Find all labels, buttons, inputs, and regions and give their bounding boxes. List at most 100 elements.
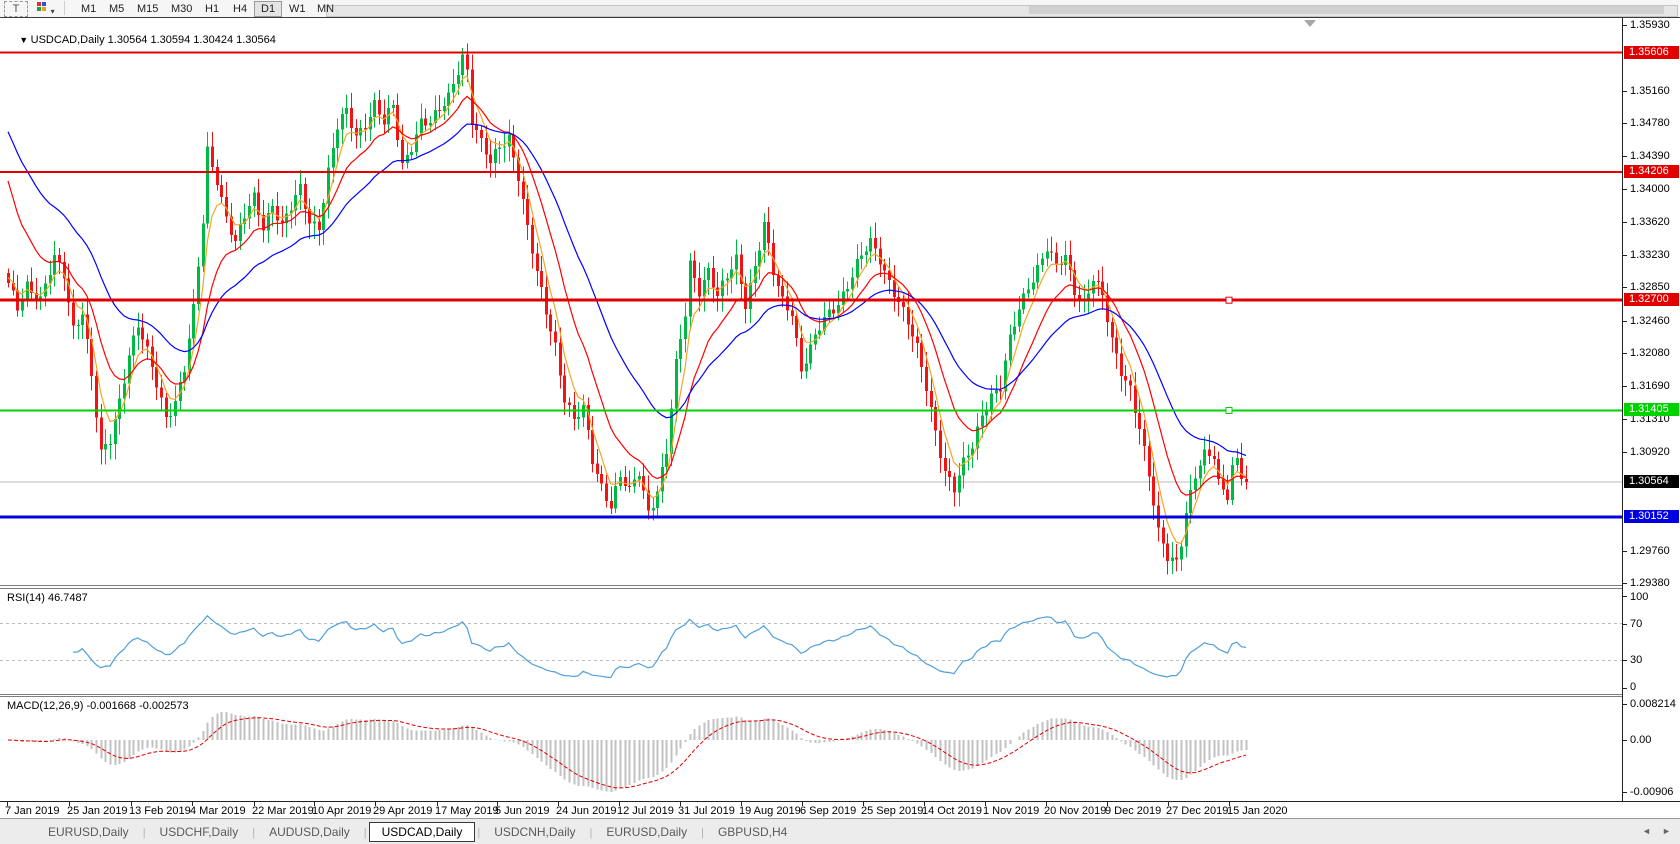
- panel-splitter[interactable]: [0, 588, 1680, 589]
- date-label: 20 Nov 2019: [1044, 805, 1107, 817]
- rsi-tick: [1623, 660, 1627, 661]
- date-label: 12 Jul 2019: [617, 805, 674, 817]
- chart-header: ▼ USDCAD,Daily 1.30564 1.30594 1.30424 1…: [19, 34, 276, 46]
- timeframe-button-h4[interactable]: H4: [226, 1, 254, 17]
- timeframe-button-h1[interactable]: H1: [198, 1, 226, 17]
- chart-tab-gbpusd-h4[interactable]: GBPUSD,H4: [706, 823, 799, 841]
- macd-tick-label: 0.008214: [1630, 698, 1676, 710]
- rsi-tick-label: 100: [1630, 591, 1649, 603]
- palette-icon: [37, 2, 48, 12]
- price-tick: [1623, 583, 1627, 584]
- timeframe-button-m15[interactable]: M15: [130, 1, 165, 17]
- price-axis[interactable]: 1.35930 1.35160 1.34780 1.34390 1.34000 1.336…: [1622, 18, 1680, 801]
- tab-scroll-right-icon[interactable]: ►: [1662, 826, 1671, 836]
- color-tool-button[interactable]: ▾: [26, 1, 66, 17]
- rsi-tick: [1623, 688, 1627, 689]
- price-tick: [1623, 91, 1627, 92]
- price-tick-label: 1.31690: [1630, 380, 1670, 392]
- hline-handle[interactable]: [1225, 407, 1233, 414]
- date-label: 17 May 2019: [435, 805, 499, 817]
- mt4-window: T ▾ M1 M5 M15 M30 H1 H4 D1 W1 MN ▼ USDCAD,Daily …: [0, 0, 1680, 844]
- chart-hscrollbar[interactable]: [326, 5, 1678, 17]
- date-label: 31 Jul 2019: [678, 805, 735, 817]
- text-tool-button[interactable]: T: [4, 1, 28, 17]
- price-tick-label: 1.35160: [1630, 85, 1670, 97]
- rsi-tick-label: 30: [1630, 654, 1643, 666]
- timeframe-button-w1[interactable]: W1: [282, 1, 313, 17]
- hscrollbar-thumb[interactable]: [1029, 6, 1664, 14]
- price-tick: [1623, 156, 1627, 157]
- price-tick: [1623, 255, 1627, 256]
- chart-shift-marker-icon[interactable]: [1304, 20, 1316, 27]
- panel-splitter[interactable]: [0, 585, 1680, 586]
- tab-separator: |: [252, 827, 256, 839]
- price-line-badge[interactable]: 1.35606: [1624, 46, 1679, 59]
- price-tick-label: 1.29760: [1630, 545, 1670, 557]
- chart-tab-usdcnh-daily[interactable]: USDCNH,Daily: [482, 823, 587, 841]
- chart-tab-usdchf-daily[interactable]: USDCHF,Daily: [148, 823, 251, 841]
- price-line-badge[interactable]: 1.30152: [1624, 510, 1679, 523]
- panel-splitter[interactable]: [0, 696, 1680, 697]
- toolbar: T ▾ M1 M5 M15 M30 H1 H4 D1 W1 MN: [0, 0, 1680, 17]
- price-tick: [1623, 419, 1627, 420]
- price-tick: [1623, 551, 1627, 552]
- date-label: 29 Apr 2019: [373, 805, 433, 817]
- macd-tick: [1623, 704, 1627, 705]
- price-tick-label: 1.33620: [1630, 216, 1670, 228]
- tab-scroll-left-icon[interactable]: ◄: [1642, 826, 1651, 836]
- timeframe-button-m5[interactable]: M5: [102, 1, 131, 17]
- date-axis[interactable]: 7 Jan 2019 25 Jan 2019 13 Feb 2019 4 Mar 20…: [0, 801, 1680, 818]
- price-tick: [1623, 321, 1627, 322]
- macd-label: MACD(12,26,9) -0.001668 -0.002573: [7, 700, 189, 712]
- timeframe-button-d1[interactable]: D1: [254, 1, 283, 17]
- chart-tab-usdcad-daily[interactable]: USDCAD,Daily: [368, 822, 476, 842]
- symbol-dropdown-icon[interactable]: ▼: [19, 35, 30, 45]
- price-tick-label: 1.30920: [1630, 446, 1670, 458]
- tab-separator: |: [477, 827, 481, 839]
- tab-separator: |: [701, 827, 704, 839]
- price-line-badge[interactable]: 1.31405: [1624, 403, 1679, 416]
- tab-separator: |: [363, 827, 367, 839]
- price-tick: [1623, 287, 1627, 288]
- timeframe-button-m30[interactable]: M30: [164, 1, 199, 17]
- macd-panel[interactable]: [0, 697, 1622, 801]
- chart-tab-audusd-daily[interactable]: AUDUSD,Daily: [257, 823, 362, 841]
- price-tick-label: 1.32080: [1630, 347, 1670, 359]
- price-tick: [1623, 386, 1627, 387]
- date-label: 4 Mar 2019: [190, 805, 246, 817]
- price-tick-label: 1.34000: [1630, 183, 1670, 195]
- chart-tab-eurusd-daily[interactable]: EURUSD,Daily: [594, 823, 699, 841]
- panel-splitter[interactable]: [0, 694, 1680, 695]
- price-tick-label: 1.34780: [1630, 117, 1670, 129]
- price-tick: [1623, 189, 1627, 190]
- date-label: 9 Dec 2019: [1105, 805, 1162, 817]
- rsi-label: RSI(14) 46.7487: [7, 592, 88, 604]
- main-chart-svg[interactable]: [0, 18, 1622, 586]
- rsi-svg[interactable]: [0, 589, 1622, 694]
- date-label: 22 Mar 2019: [252, 805, 314, 817]
- timeframe-button-m1[interactable]: M1: [74, 1, 103, 17]
- rsi-tick-label: 70: [1630, 618, 1643, 630]
- tab-separator: |: [142, 827, 146, 839]
- date-label: 14 Oct 2019: [922, 805, 982, 817]
- date-label: 7 Jan 2019: [5, 805, 60, 817]
- price-tick-label: 1.32460: [1630, 315, 1670, 327]
- chart-tab-eurusd-daily[interactable]: EURUSD,Daily: [36, 823, 141, 841]
- date-label: 10 Apr 2019: [312, 805, 372, 817]
- chart-tab-bar: ◄ ► EURUSD,Daily | USDCHF,Daily | AUDUSD,Dai…: [0, 818, 1680, 844]
- rsi-panel[interactable]: [0, 589, 1622, 694]
- price-line-badge[interactable]: 1.34206: [1624, 165, 1679, 178]
- timeframe-button-mn[interactable]: MN: [310, 1, 341, 17]
- current-price-badge: 1.30564: [1624, 475, 1679, 488]
- hline-handle[interactable]: [1225, 296, 1233, 304]
- rsi-tick: [1623, 596, 1627, 597]
- price-line-badge[interactable]: 1.32700: [1624, 293, 1679, 306]
- main-chart-panel[interactable]: [0, 18, 1622, 586]
- price-tick-label: 1.32850: [1630, 281, 1670, 293]
- date-label: 13 Feb 2019: [129, 805, 191, 817]
- date-label: 15 Jan 2020: [1227, 805, 1288, 817]
- chevron-down-icon: ▾: [48, 7, 55, 16]
- macd-svg[interactable]: [0, 697, 1622, 801]
- price-tick: [1623, 353, 1627, 354]
- date-label: 1 Nov 2019: [983, 805, 1040, 817]
